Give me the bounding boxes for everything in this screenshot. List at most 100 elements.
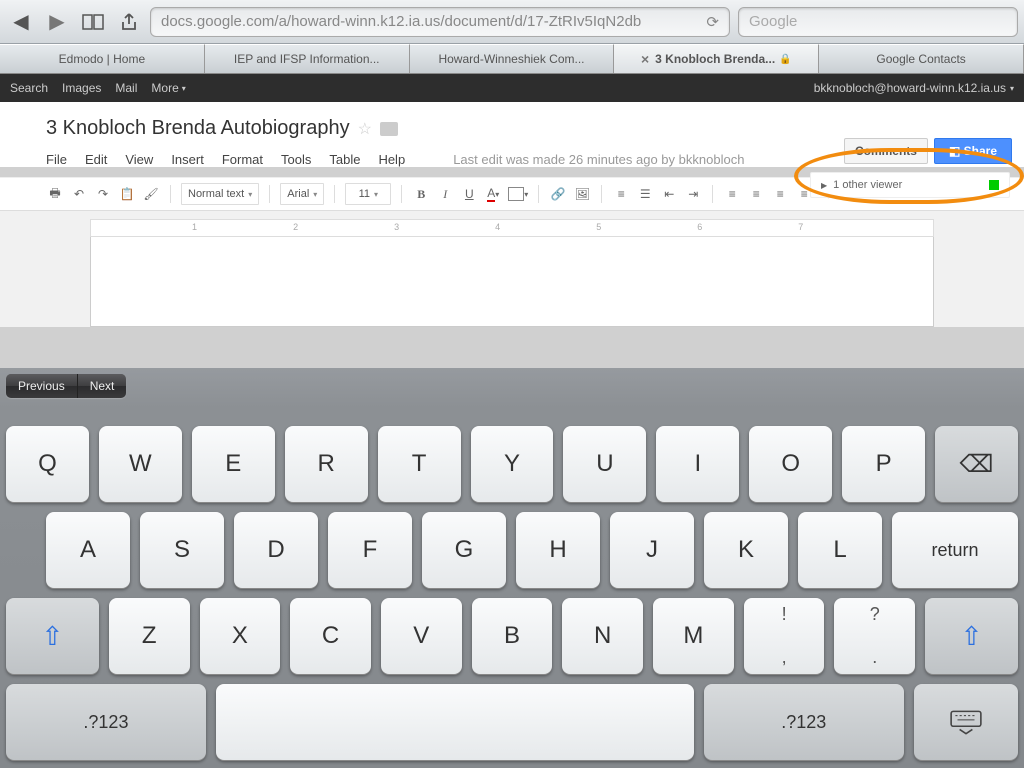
doc-title[interactable]: 3 Knobloch Brenda Autobiography: [46, 117, 350, 140]
menu-file[interactable]: File: [46, 152, 67, 167]
highlight-button[interactable]: ▾: [508, 183, 528, 205]
key-o[interactable]: O: [749, 426, 832, 502]
key-d[interactable]: D: [234, 512, 318, 588]
back-button[interactable]: ◀: [6, 7, 36, 37]
next-field-button[interactable]: Next: [78, 374, 127, 398]
menu-format[interactable]: Format: [222, 152, 263, 167]
key-q[interactable]: Q: [6, 426, 89, 502]
key-l[interactable]: L: [798, 512, 882, 588]
key-n[interactable]: N: [562, 598, 643, 674]
search-field[interactable]: Google: [738, 7, 1018, 37]
key-u[interactable]: U: [563, 426, 646, 502]
key-e[interactable]: E: [192, 426, 275, 502]
key-s[interactable]: S: [140, 512, 224, 588]
print-icon[interactable]: 🖶: [46, 183, 64, 205]
numbers-key-left[interactable]: .?123: [6, 684, 206, 760]
align-left-icon[interactable]: ≡: [723, 183, 741, 205]
numbered-list-icon[interactable]: ≡: [612, 183, 630, 205]
menu-insert[interactable]: Insert: [171, 152, 204, 167]
reload-icon[interactable]: ⟳: [706, 13, 719, 31]
bulleted-list-icon[interactable]: ☰: [636, 183, 654, 205]
gbar-search[interactable]: Search: [10, 81, 48, 95]
browser-toolbar: ◀ ▶ docs.google.com/a/howard-winn.k12.ia…: [0, 0, 1024, 44]
share-button[interactable]: ◧ Share: [934, 138, 1012, 164]
styles-select[interactable]: Normal text▾: [181, 183, 259, 205]
form-nav: Previous Next: [6, 374, 126, 398]
bookmarks-icon[interactable]: [78, 7, 108, 37]
indent-icon[interactable]: ⇥: [684, 183, 702, 205]
key-k[interactable]: K: [704, 512, 788, 588]
gbar-images[interactable]: Images: [62, 81, 101, 95]
shift-key-left[interactable]: ⇧: [6, 598, 99, 674]
key-y[interactable]: Y: [471, 426, 554, 502]
bold-button[interactable]: B: [412, 183, 430, 205]
star-icon[interactable]: ☆: [358, 119, 372, 139]
gbar-more[interactable]: More▾: [151, 81, 185, 95]
clipboard-icon[interactable]: 📋: [118, 183, 136, 205]
paint-format-icon[interactable]: 🖌: [142, 183, 160, 205]
key-v[interactable]: V: [381, 598, 462, 674]
key-a[interactable]: A: [46, 512, 130, 588]
close-icon[interactable]: ×: [641, 51, 649, 67]
key-c[interactable]: C: [290, 598, 371, 674]
account-menu[interactable]: bkknobloch@howard-winn.k12.ia.us▾: [814, 81, 1014, 95]
key-w[interactable]: W: [99, 426, 182, 502]
tab-iep[interactable]: IEP and IFSP Information...: [205, 44, 410, 73]
key-g[interactable]: G: [422, 512, 506, 588]
align-center-icon[interactable]: ≡: [747, 183, 765, 205]
key-z[interactable]: Z: [109, 598, 190, 674]
tab-howard[interactable]: Howard-Winneshiek Com...: [410, 44, 615, 73]
key-h[interactable]: H: [516, 512, 600, 588]
underline-button[interactable]: U: [460, 183, 478, 205]
key-m[interactable]: M: [653, 598, 734, 674]
menu-edit[interactable]: Edit: [85, 152, 107, 167]
viewers-indicator[interactable]: ▶ 1 other viewer: [810, 172, 1010, 198]
align-right-icon[interactable]: ≡: [771, 183, 789, 205]
outdent-icon[interactable]: ⇤: [660, 183, 678, 205]
undo-icon[interactable]: ↶: [70, 183, 88, 205]
key-b[interactable]: B: [472, 598, 553, 674]
menu-help[interactable]: Help: [378, 152, 405, 167]
menu-tools[interactable]: Tools: [281, 152, 311, 167]
key-f[interactable]: F: [328, 512, 412, 588]
document-page[interactable]: [90, 237, 934, 327]
link-icon[interactable]: 🔗: [549, 183, 567, 205]
prev-field-button[interactable]: Previous: [6, 374, 78, 398]
key-x[interactable]: X: [200, 598, 281, 674]
key-j[interactable]: J: [610, 512, 694, 588]
tab-knobloch[interactable]: × 3 Knobloch Brenda... 🔒: [614, 44, 819, 73]
address-bar[interactable]: docs.google.com/a/howard-winn.k12.ia.us/…: [150, 7, 730, 37]
key-i[interactable]: I: [656, 426, 739, 502]
key-t[interactable]: T: [378, 426, 461, 502]
share-icon[interactable]: [114, 7, 144, 37]
tab-edmodo[interactable]: Edmodo | Home: [0, 44, 205, 73]
folder-icon[interactable]: [380, 122, 398, 136]
hide-keyboard-key[interactable]: [914, 684, 1018, 760]
return-key[interactable]: return: [892, 512, 1018, 588]
comments-button[interactable]: Comments: [844, 138, 928, 164]
key-p[interactable]: P: [842, 426, 925, 502]
tab-contacts[interactable]: Google Contacts: [819, 44, 1024, 73]
menu-view[interactable]: View: [125, 152, 153, 167]
text-color-button[interactable]: A▾: [484, 183, 502, 205]
shift-key-right[interactable]: ⇧: [925, 598, 1018, 674]
presence-square: [989, 180, 999, 190]
forward-button[interactable]: ▶: [42, 7, 72, 37]
gbar-mail[interactable]: Mail: [115, 81, 137, 95]
italic-button[interactable]: I: [436, 183, 454, 205]
key-r[interactable]: R: [285, 426, 368, 502]
insert-image-icon[interactable]: 🖼: [573, 183, 591, 205]
viewers-text: 1 other viewer: [833, 179, 902, 191]
key-period[interactable]: ?.: [834, 598, 915, 674]
space-key[interactable]: [216, 684, 694, 760]
menu-table[interactable]: Table: [329, 152, 360, 167]
font-select[interactable]: Arial▾: [280, 183, 324, 205]
key-comma[interactable]: !,: [744, 598, 825, 674]
fontsize-select[interactable]: 11▾: [345, 183, 391, 205]
search-placeholder: Google: [749, 13, 797, 30]
redo-icon[interactable]: ↷: [94, 183, 112, 205]
numbers-key-right[interactable]: .?123: [704, 684, 904, 760]
backspace-key[interactable]: ⌫: [935, 426, 1018, 502]
ruler[interactable]: 1 2 3 4 5 6 7: [90, 219, 934, 237]
lock-icon: 🔒: [779, 54, 791, 65]
